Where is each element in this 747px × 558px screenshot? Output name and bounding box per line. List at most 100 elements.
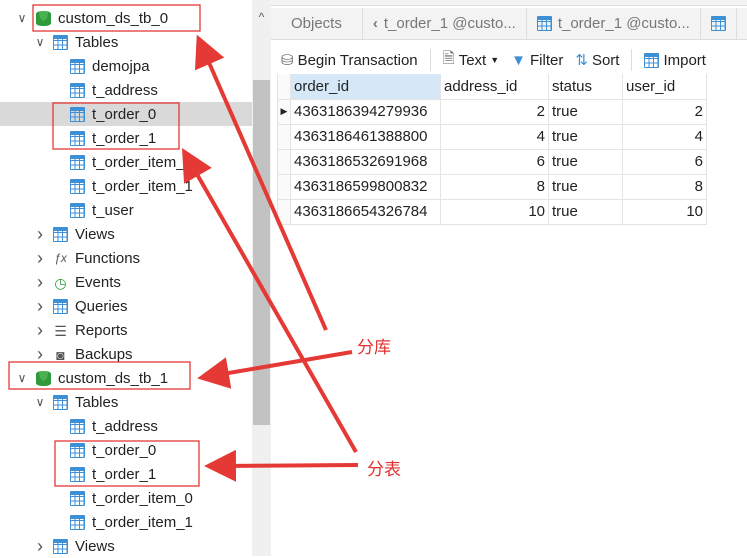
- tab-more[interactable]: [701, 7, 737, 40]
- chevron-right-icon[interactable]: ›: [35, 248, 45, 269]
- cell-status[interactable]: true: [548, 173, 623, 200]
- scrollbar-thumb[interactable]: [253, 80, 270, 425]
- tree-item-label: demojpa: [92, 57, 150, 75]
- cell-order-id[interactable]: 4363186394279936: [290, 98, 441, 125]
- tab-objects[interactable]: Objects: [271, 7, 363, 40]
- tree-item-custom-ds-tb-1[interactable]: ∨ custom_ds_tb_1: [0, 366, 252, 390]
- cell-status[interactable]: true: [548, 98, 623, 125]
- tree-item-views[interactable]: › Views: [0, 534, 252, 558]
- tree-item-t-order-item-1[interactable]: t_order_item_1: [0, 510, 252, 534]
- chevron-right-icon[interactable]: ›: [35, 320, 45, 341]
- chevron-right-icon[interactable]: ›: [35, 536, 45, 557]
- table-row[interactable]: 4363186599800832 8 true 8: [277, 173, 707, 200]
- tree-item-views[interactable]: › Views: [0, 222, 252, 246]
- tree-scrollbar[interactable]: ^: [252, 0, 271, 556]
- tree-item-queries[interactable]: › Queries: [0, 294, 252, 318]
- tree-item-label: t_order_0: [92, 441, 157, 459]
- cell-address-id[interactable]: 10: [440, 198, 549, 225]
- table-icon: [710, 16, 726, 31]
- chevron-right-icon[interactable]: ›: [35, 296, 45, 317]
- current-row-icon[interactable]: ▶: [277, 98, 291, 125]
- row-selector[interactable]: [277, 173, 291, 200]
- cell-order-id[interactable]: 4363186599800832: [290, 173, 441, 200]
- navigation-tree: ∨ custom_ds_tb_0 ∨ Tables demojpa t_address t_…: [0, 0, 252, 556]
- filter-button[interactable]: ▼ Filter: [511, 52, 563, 69]
- tree-item-label: Views: [75, 537, 115, 555]
- table-icon: [70, 490, 85, 506]
- cell-user-id[interactable]: 10: [622, 198, 707, 225]
- table-icon: [70, 442, 85, 458]
- cell-user-id[interactable]: 4: [622, 123, 707, 150]
- tree-item-custom-ds-tb-0[interactable]: ∨ custom_ds_tb_0: [0, 6, 252, 30]
- table-row[interactable]: ▶ 4363186394279936 2 true 2: [277, 98, 707, 125]
- tree-item-backups[interactable]: › ◙ Backups: [0, 342, 252, 366]
- cell-address-id[interactable]: 2: [440, 98, 549, 125]
- begin-transaction-button[interactable]: ⛁ Begin Transaction: [281, 51, 418, 70]
- scroll-up-icon[interactable]: ^: [252, 10, 271, 24]
- column-header-status[interactable]: status: [548, 74, 623, 100]
- chevron-right-icon[interactable]: ›: [35, 344, 45, 365]
- cell-status[interactable]: true: [548, 148, 623, 175]
- tree-item-t-user[interactable]: t_user: [0, 198, 252, 222]
- row-selector[interactable]: [277, 148, 291, 175]
- cell-address-id[interactable]: 4: [440, 123, 549, 150]
- table-row[interactable]: 4363186654326784 10 true 10: [277, 198, 707, 225]
- chevron-right-icon[interactable]: ›: [35, 272, 45, 293]
- table-row[interactable]: 4363186461388800 4 true 4: [277, 123, 707, 150]
- cell-status[interactable]: true: [548, 198, 623, 225]
- text-button[interactable]: 🗎 Text ▼: [443, 48, 500, 73]
- tree-item-label: t_address: [92, 81, 158, 99]
- cell-order-id[interactable]: 4363186532691968: [290, 148, 441, 175]
- tree-item-functions[interactable]: › ƒx Functions: [0, 246, 252, 270]
- views-icon: [53, 226, 68, 242]
- row-selector[interactable]: [277, 198, 291, 225]
- tree-item-t-order-item-0[interactable]: t_order_item_0: [0, 150, 252, 174]
- tree-item-tables[interactable]: ∨ Tables: [0, 30, 252, 54]
- tree-item-label: t_order_item_0: [92, 489, 193, 507]
- cell-user-id[interactable]: 8: [622, 173, 707, 200]
- tab-t-order-1-b[interactable]: t_order_1 @custo...: [527, 7, 701, 40]
- column-header-address-id[interactable]: address_id: [440, 74, 549, 100]
- cell-address-id[interactable]: 6: [440, 148, 549, 175]
- tree-item-reports[interactable]: › ☰ Reports: [0, 318, 252, 342]
- chevron-down-icon[interactable]: ∨: [17, 11, 27, 25]
- cell-status[interactable]: true: [548, 123, 623, 150]
- tree-item-tables[interactable]: ∨ Tables: [0, 390, 252, 414]
- tree-item-events[interactable]: › ◷ Events: [0, 270, 252, 294]
- tree-item-t-order-item-0[interactable]: t_order_item_0: [0, 486, 252, 510]
- tree-item-t-order-1[interactable]: t_order_1: [0, 126, 252, 150]
- row-selector[interactable]: [277, 123, 291, 150]
- chevron-right-icon[interactable]: ›: [35, 224, 45, 245]
- cell-address-id[interactable]: 8: [440, 173, 549, 200]
- table-icon: [70, 58, 85, 74]
- tree-item-t-order-0[interactable]: t_order_0: [0, 102, 252, 126]
- table-icon: [536, 16, 552, 31]
- tree-item-t-address[interactable]: t_address: [0, 414, 252, 438]
- sort-button[interactable]: ⇅ Sort: [575, 51, 619, 70]
- query-icon: [53, 298, 68, 314]
- cell-user-id[interactable]: 6: [622, 148, 707, 175]
- cell-order-id[interactable]: 4363186654326784: [290, 198, 441, 225]
- chevron-down-icon[interactable]: ∨: [35, 395, 45, 409]
- chevron-down-icon[interactable]: ∨: [17, 371, 27, 385]
- cell-order-id[interactable]: 4363186461388800: [290, 123, 441, 150]
- tree-item-label: t_order_item_1: [92, 177, 193, 195]
- column-header-order-id[interactable]: order_id: [290, 74, 441, 100]
- tree-item-t-order-0[interactable]: t_order_0: [0, 438, 252, 462]
- row-header-corner: [277, 74, 291, 100]
- report-icon: ☰: [54, 322, 67, 339]
- cell-user-id[interactable]: 2: [622, 98, 707, 125]
- table-icon: [70, 202, 85, 218]
- table-row[interactable]: 4363186532691968 6 true 6: [277, 148, 707, 175]
- tree-item-t-address[interactable]: t_address: [0, 78, 252, 102]
- tab-t-order-1-a[interactable]: ‹ t_order_1 @custo...: [363, 7, 527, 40]
- import-button[interactable]: Import: [644, 52, 706, 69]
- chevron-left-icon[interactable]: ‹: [373, 15, 378, 32]
- text-label: Text: [458, 51, 487, 69]
- column-header-user-id[interactable]: user_id: [622, 74, 707, 100]
- views-icon: [53, 538, 68, 554]
- tree-item-demojpa[interactable]: demojpa: [0, 54, 252, 78]
- tree-item-t-order-1[interactable]: t_order_1: [0, 462, 252, 486]
- chevron-down-icon[interactable]: ∨: [35, 35, 45, 49]
- tree-item-t-order-item-1[interactable]: t_order_item_1: [0, 174, 252, 198]
